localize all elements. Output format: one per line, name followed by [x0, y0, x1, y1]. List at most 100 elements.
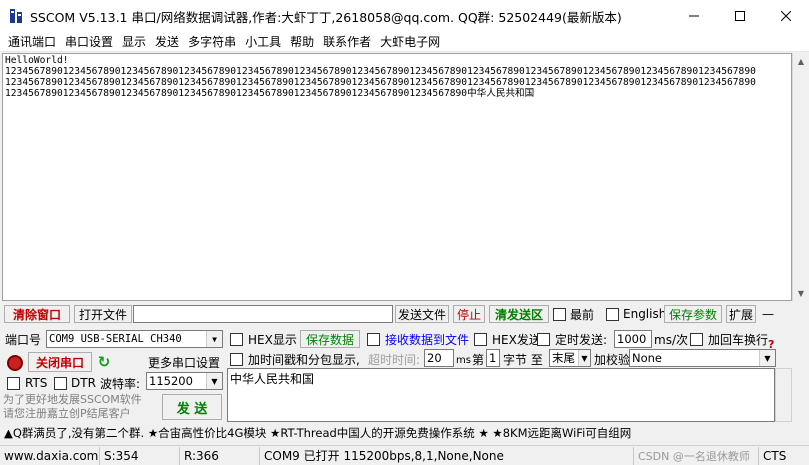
- timed-send-checkbox[interactable]: [537, 333, 550, 346]
- stop-button[interactable]: 停止: [453, 305, 485, 323]
- status-website[interactable]: www.daxia.com: [0, 446, 100, 465]
- menu-tools[interactable]: 小工具: [241, 33, 285, 50]
- timeout-unit-label: ms: [456, 354, 471, 366]
- scroll-up-icon[interactable]: ▲: [793, 53, 809, 69]
- minimize-button[interactable]: [671, 0, 717, 32]
- receive-line: 1234567890123456789012345678901234567890…: [5, 88, 535, 99]
- port-label: 端口号: [5, 332, 42, 347]
- receive-scrollbar[interactable]: ▲ ▼: [792, 53, 809, 301]
- window-title: SSCOM V5.13.1 串口/网络数据调试器,作者:大虾丁丁,2618058…: [30, 9, 622, 25]
- menu-bar: 通讯端口 串口设置 显示 发送 多字符串 小工具 帮助 联系作者 大虾电子网: [0, 32, 809, 52]
- receive-line: 1234567890123456789012345678901234567890…: [5, 77, 756, 88]
- status-bar: www.daxia.com S:354 R:366 COM9 已打开 11520…: [0, 445, 809, 465]
- topmost-checkbox[interactable]: [553, 308, 566, 321]
- menu-multi-string[interactable]: 多字符串: [184, 33, 240, 50]
- dtr-label: DTR: [71, 376, 96, 390]
- english-label: English: [623, 307, 667, 321]
- maximize-icon: [735, 11, 745, 21]
- save-params-label: 保存参数: [668, 307, 717, 322]
- send-textarea[interactable]: 中华人民共和国: [227, 368, 775, 422]
- receive-line: HelloWorld!: [5, 55, 69, 66]
- send-scrollbar[interactable]: [775, 368, 792, 422]
- save-data-button[interactable]: 保存数据: [300, 330, 360, 348]
- hex-display-label: HEX显示: [248, 332, 297, 347]
- status-sent-count: S:354: [100, 446, 180, 465]
- clear-window-label: 清除窗口: [12, 307, 61, 322]
- english-checkbox[interactable]: [606, 308, 619, 321]
- collapse-label: —: [762, 307, 774, 321]
- timed-send-label: 定时发送:: [555, 332, 608, 347]
- collapse-button[interactable]: —: [758, 305, 778, 323]
- promo-text[interactable]: ▲Q群满员了,没有第二个群. ★合宙高性价比4G模块 ★RT-Thread中国人…: [4, 425, 631, 441]
- hex-send-label: HEX发送: [492, 332, 541, 347]
- save-params-button[interactable]: 保存参数: [664, 305, 722, 323]
- baud-label: 波特率:: [100, 376, 141, 391]
- add-crlf-checkbox[interactable]: [690, 333, 703, 346]
- receive-textarea[interactable]: HelloWorld! 1234567890123456789012345678…: [2, 53, 792, 301]
- menu-display[interactable]: 显示: [118, 33, 150, 50]
- clear-send-button[interactable]: 清发送区: [489, 305, 549, 323]
- dtr-checkbox[interactable]: [54, 377, 67, 390]
- rts-checkbox[interactable]: [7, 377, 20, 390]
- file-path-input[interactable]: [133, 305, 393, 323]
- save-data-label: 保存数据: [305, 332, 354, 347]
- more-settings-label: 更多串口设置: [147, 355, 220, 370]
- open-file-button[interactable]: 打开文件: [74, 305, 132, 323]
- chevron-down-icon: ▼: [206, 331, 222, 347]
- status-received-count: R:366: [180, 446, 260, 465]
- refresh-icon[interactable]: ↻: [96, 353, 112, 371]
- chevron-down-icon: ▼: [759, 350, 775, 366]
- topmost-label: 最前: [570, 307, 595, 322]
- minimize-icon: [689, 15, 699, 17]
- chevron-down-icon: ▼: [578, 350, 590, 366]
- port-select-value: COM9 USB-SERIAL CH340: [49, 333, 182, 345]
- app-icon: [10, 9, 22, 23]
- title-bar: SSCOM V5.13.1 串口/网络数据调试器,作者:大虾丁丁,2618058…: [0, 0, 809, 32]
- byte-prefix-label: 第: [472, 352, 485, 367]
- promo-bar[interactable]: ▲Q群满员了,没有第二个群. ★合宙高性价比4G模块 ★RT-Thread中国人…: [0, 424, 809, 442]
- send-text: 中华人民共和国: [230, 372, 315, 386]
- timeout-label: 超时时间:: [368, 352, 421, 367]
- checksum-label: 加校验: [594, 352, 631, 367]
- baud-select[interactable]: 115200 ▼: [146, 372, 223, 390]
- port-select[interactable]: COM9 USB-SERIAL CH340 ▼: [46, 330, 223, 348]
- byte-input[interactable]: 1: [486, 349, 500, 367]
- clear-window-button[interactable]: 清除窗口: [4, 305, 70, 323]
- send-button[interactable]: 发 送: [162, 394, 222, 420]
- hex-send-checkbox[interactable]: [474, 333, 487, 346]
- byte-suffix-label: 字节 至: [503, 352, 543, 367]
- receive-line: 1234567890123456789012345678901234567890…: [5, 66, 756, 77]
- stop-label: 停止: [456, 307, 481, 322]
- menu-help[interactable]: 帮助: [286, 33, 318, 50]
- checksum-select[interactable]: None ▼: [629, 349, 776, 367]
- close-port-button[interactable]: 关闭串口: [28, 352, 92, 372]
- expand-button[interactable]: 扩展: [726, 305, 756, 323]
- close-button[interactable]: [763, 0, 809, 32]
- recv-to-file-label[interactable]: 接收数据到文件: [385, 330, 469, 348]
- chevron-down-icon: ▼: [206, 373, 222, 389]
- menu-comm-port[interactable]: 通讯端口: [4, 33, 60, 50]
- menu-daxia-site[interactable]: 大虾电子网: [376, 33, 444, 50]
- register-note[interactable]: 为了更好地发展SSCOM软件 请您注册嘉立创P结尾客户: [3, 393, 158, 421]
- hex-display-checkbox[interactable]: [230, 333, 243, 346]
- send-file-button[interactable]: 发送文件: [395, 305, 449, 323]
- menu-serial-settings[interactable]: 串口设置: [61, 33, 117, 50]
- clear-send-label: 清发送区: [494, 307, 543, 322]
- recv-to-file-checkbox[interactable]: [367, 333, 380, 346]
- timestamp-checkbox[interactable]: [230, 353, 243, 366]
- open-file-label: 打开文件: [78, 307, 127, 322]
- scroll-down-icon[interactable]: ▼: [793, 285, 809, 301]
- status-cts: CTS: [763, 448, 787, 463]
- send-button-label: 发 送: [176, 401, 208, 417]
- menu-contact-author[interactable]: 联系作者: [319, 33, 375, 50]
- end-select[interactable]: 末尾 ▼: [549, 349, 591, 367]
- more-settings-button[interactable]: 更多串口设置: [146, 352, 222, 372]
- add-crlf-label: 加回车换行: [708, 332, 769, 347]
- port-status-icon: [7, 355, 23, 371]
- menu-send[interactable]: 发送: [151, 33, 183, 50]
- send-file-label: 发送文件: [397, 307, 446, 322]
- interval-input[interactable]: 1000: [614, 330, 652, 348]
- timeout-input[interactable]: 20: [424, 349, 454, 367]
- maximize-button[interactable]: [717, 0, 763, 32]
- timestamp-label: 加时间戳和分包显示,: [248, 352, 360, 367]
